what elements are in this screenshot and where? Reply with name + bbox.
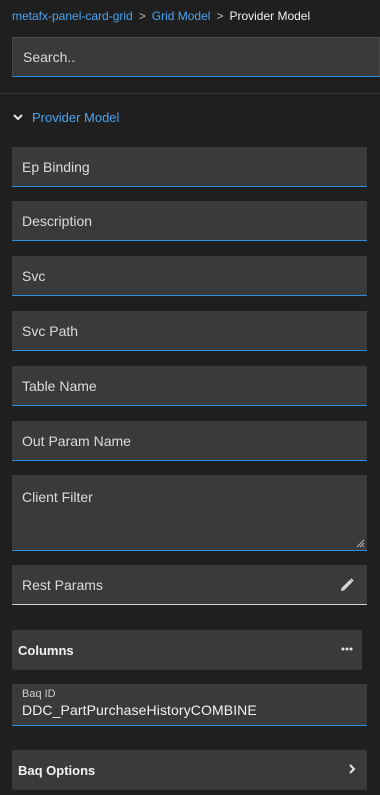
baq-id-value: DDC_PartPurchaseHistoryCOMBINE	[22, 702, 257, 718]
pencil-icon[interactable]	[339, 577, 355, 593]
rest-params-label: Rest Params	[22, 576, 103, 593]
chevron-right-icon[interactable]	[345, 762, 359, 776]
breadcrumb-current: Provider Model	[229, 9, 311, 23]
ep-binding-label: Ep Binding	[22, 158, 90, 175]
breadcrumb-item-grid-model[interactable]: Grid Model	[152, 9, 211, 23]
search-input[interactable]	[23, 49, 379, 65]
columns-label: Columns	[18, 642, 74, 658]
table-name-field[interactable]: Table Name	[12, 366, 367, 406]
svc-label: Svc	[22, 267, 46, 284]
table-name-label: Table Name	[22, 377, 97, 394]
section-title: Provider Model	[32, 109, 120, 125]
chevron-down-icon	[13, 114, 23, 121]
out-param-name-field[interactable]: Out Param Name	[12, 421, 367, 461]
baq-id-field[interactable]: Baq ID DDC_PartPurchaseHistoryCOMBINE	[12, 684, 367, 726]
rest-params-field[interactable]: Rest Params	[12, 565, 367, 605]
svc-path-label: Svc Path	[22, 322, 79, 339]
baq-id-label: Baq ID	[22, 688, 56, 700]
description-field[interactable]: Description	[12, 201, 367, 241]
client-filter-textarea[interactable]: Client Filter	[12, 475, 367, 551]
baq-options-label: Baq Options	[18, 762, 96, 778]
resize-grip-icon[interactable]	[355, 538, 365, 548]
client-filter-label: Client Filter	[22, 489, 93, 505]
svc-path-field[interactable]: Svc Path	[12, 311, 367, 351]
baq-options-card[interactable]: Baq Options	[12, 750, 367, 790]
ep-binding-field[interactable]: Ep Binding	[12, 147, 367, 187]
more-horizontal-icon[interactable]	[340, 642, 354, 656]
section-toggle-provider-model[interactable]: Provider Model	[12, 107, 119, 127]
breadcrumb-separator: >	[138, 9, 146, 23]
svc-field[interactable]: Svc	[12, 256, 367, 296]
breadcrumb-item-metafx-panel-card-grid[interactable]: metafx-panel-card-grid	[12, 9, 133, 23]
description-label: Description	[22, 212, 93, 229]
breadcrumb: metafx-panel-card-grid > Grid Model > Pr…	[12, 7, 310, 25]
search-box	[12, 37, 380, 77]
columns-card[interactable]: Columns	[12, 630, 362, 670]
divider	[0, 93, 380, 94]
out-param-name-label: Out Param Name	[22, 432, 131, 449]
breadcrumb-separator: >	[216, 9, 224, 23]
